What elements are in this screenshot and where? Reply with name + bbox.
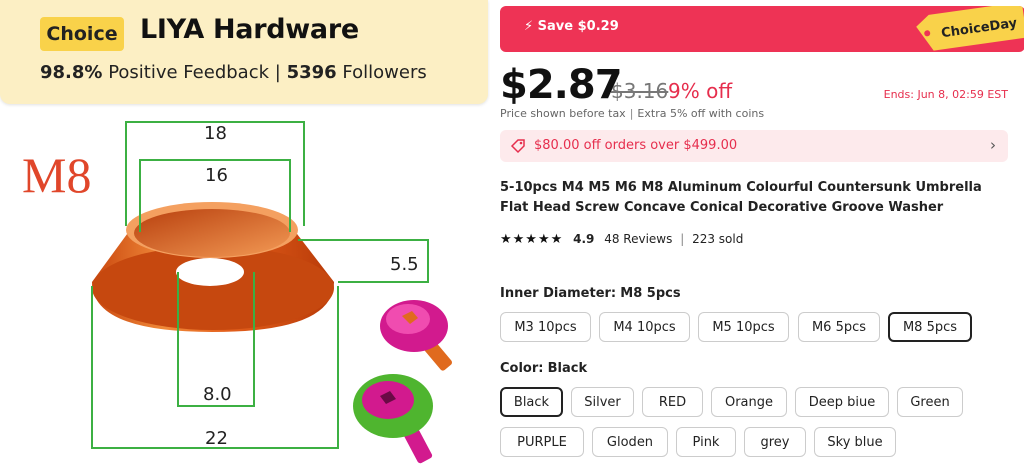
washer-hole bbox=[176, 258, 244, 286]
tag-icon bbox=[510, 139, 525, 154]
diameter-label: Inner Diameter: bbox=[500, 286, 617, 301]
coins-note: Extra 5% off with coins bbox=[637, 107, 765, 120]
choiceday-tag: ChoiceDay bbox=[916, 6, 1024, 51]
color-option-orange[interactable]: Orange bbox=[711, 387, 787, 417]
dim-height: 5.5 bbox=[390, 254, 419, 275]
tax-note: Price shown before tax | Extra 5% off with… bbox=[500, 107, 764, 120]
store-name[interactable]: LIYA Hardware bbox=[140, 14, 359, 45]
followers-label: Followers bbox=[342, 62, 427, 83]
color-section-label: Color: Black bbox=[500, 361, 587, 376]
positive-feedback-label: Positive Feedback bbox=[108, 62, 270, 83]
sold-count: 223 sold bbox=[692, 232, 744, 246]
lightning-icon: ⚡ bbox=[524, 19, 534, 34]
tax-note-text: Price shown before tax bbox=[500, 107, 626, 120]
coupon-bar[interactable]: $80.00 off orders over $499.00 › bbox=[500, 130, 1008, 162]
right-panel: ⚡ Save $0.29 ChoiceDay $2.87 $3.16 9% of… bbox=[490, 0, 1024, 464]
coupon-text: $80.00 off orders over $499.00 bbox=[534, 138, 738, 153]
dim-inner-top: 16 bbox=[205, 165, 228, 186]
chevron-right-icon: › bbox=[990, 136, 996, 154]
star-rating-icon: ★★★★★ bbox=[500, 232, 564, 247]
size-label: M8 bbox=[22, 147, 91, 203]
current-price: $2.87 bbox=[500, 62, 623, 108]
store-stats: 98.8% Positive Feedback | 5396 Followers bbox=[40, 62, 427, 83]
diameter-section-label: Inner Diameter: M8 5pcs bbox=[500, 286, 681, 301]
color-label: Color: bbox=[500, 361, 544, 376]
diameter-option-m3[interactable]: M3 10pcs bbox=[500, 312, 591, 342]
diameter-option-m5[interactable]: M5 10pcs bbox=[698, 312, 789, 342]
color-selected: Black bbox=[547, 361, 588, 376]
tax-note-separator: | bbox=[629, 107, 634, 120]
product-title: 5-10pcs M4 M5 M6 M8 Aluminum Colourful C… bbox=[500, 180, 982, 215]
save-label: ⚡ Save $0.29 bbox=[524, 19, 619, 34]
diameter-option-m4[interactable]: M4 10pcs bbox=[599, 312, 690, 342]
dim-outer-bottom: 22 bbox=[205, 428, 228, 449]
color-option-red[interactable]: RED bbox=[642, 387, 703, 417]
positive-feedback-value: 98.8% bbox=[40, 62, 103, 83]
followers-value: 5396 bbox=[286, 62, 337, 83]
color-option-black[interactable]: Black bbox=[500, 387, 563, 417]
color-option-silver[interactable]: Silver bbox=[571, 387, 634, 417]
diameter-option-m6[interactable]: M6 5pcs bbox=[798, 312, 880, 342]
color-option-purple[interactable]: PURPLE bbox=[500, 427, 584, 457]
rating-row[interactable]: ★★★★★ 4.9 48 Reviews | 223 sold bbox=[500, 232, 743, 247]
save-banner: ⚡ Save $0.29 ChoiceDay bbox=[500, 6, 1024, 52]
color-option-sky-blue[interactable]: Sky blue bbox=[814, 427, 896, 457]
color-option-gold[interactable]: Gloden bbox=[592, 427, 668, 457]
washer-cone-inner bbox=[134, 209, 290, 257]
dim-hole: 8.0 bbox=[203, 384, 232, 405]
color-option-deep-blue[interactable]: Deep biue bbox=[795, 387, 889, 417]
rating-value: 4.9 bbox=[573, 232, 595, 246]
dim-outer-top: 18 bbox=[204, 123, 227, 144]
color-option-grey[interactable]: grey bbox=[744, 427, 806, 457]
pink-screw-image bbox=[380, 300, 452, 371]
discount-percent: 9% off bbox=[668, 79, 733, 103]
original-price: $3.16 bbox=[611, 79, 669, 103]
product-image[interactable]: M8 18 16 5.5 8.0 22 bbox=[0, 104, 490, 464]
rating-separator: | bbox=[680, 232, 685, 246]
color-option-pink[interactable]: Pink bbox=[676, 427, 736, 457]
left-panel: Choice LIYA Hardware 98.8% Positive Feed… bbox=[0, 0, 490, 464]
diameter-option-m8[interactable]: M8 5pcs bbox=[888, 312, 972, 342]
stats-separator: | bbox=[274, 62, 281, 83]
store-header[interactable]: Choice LIYA Hardware 98.8% Positive Feed… bbox=[0, 0, 488, 104]
reviews-count[interactable]: 48 Reviews bbox=[604, 232, 672, 246]
green-washer-screw-image bbox=[353, 374, 433, 464]
choice-badge: Choice bbox=[40, 17, 124, 51]
sale-ends: Ends: Jun 8, 02:59 EST bbox=[883, 88, 1008, 101]
diameter-selected: M8 5pcs bbox=[620, 286, 681, 301]
color-option-green[interactable]: Green bbox=[897, 387, 963, 417]
